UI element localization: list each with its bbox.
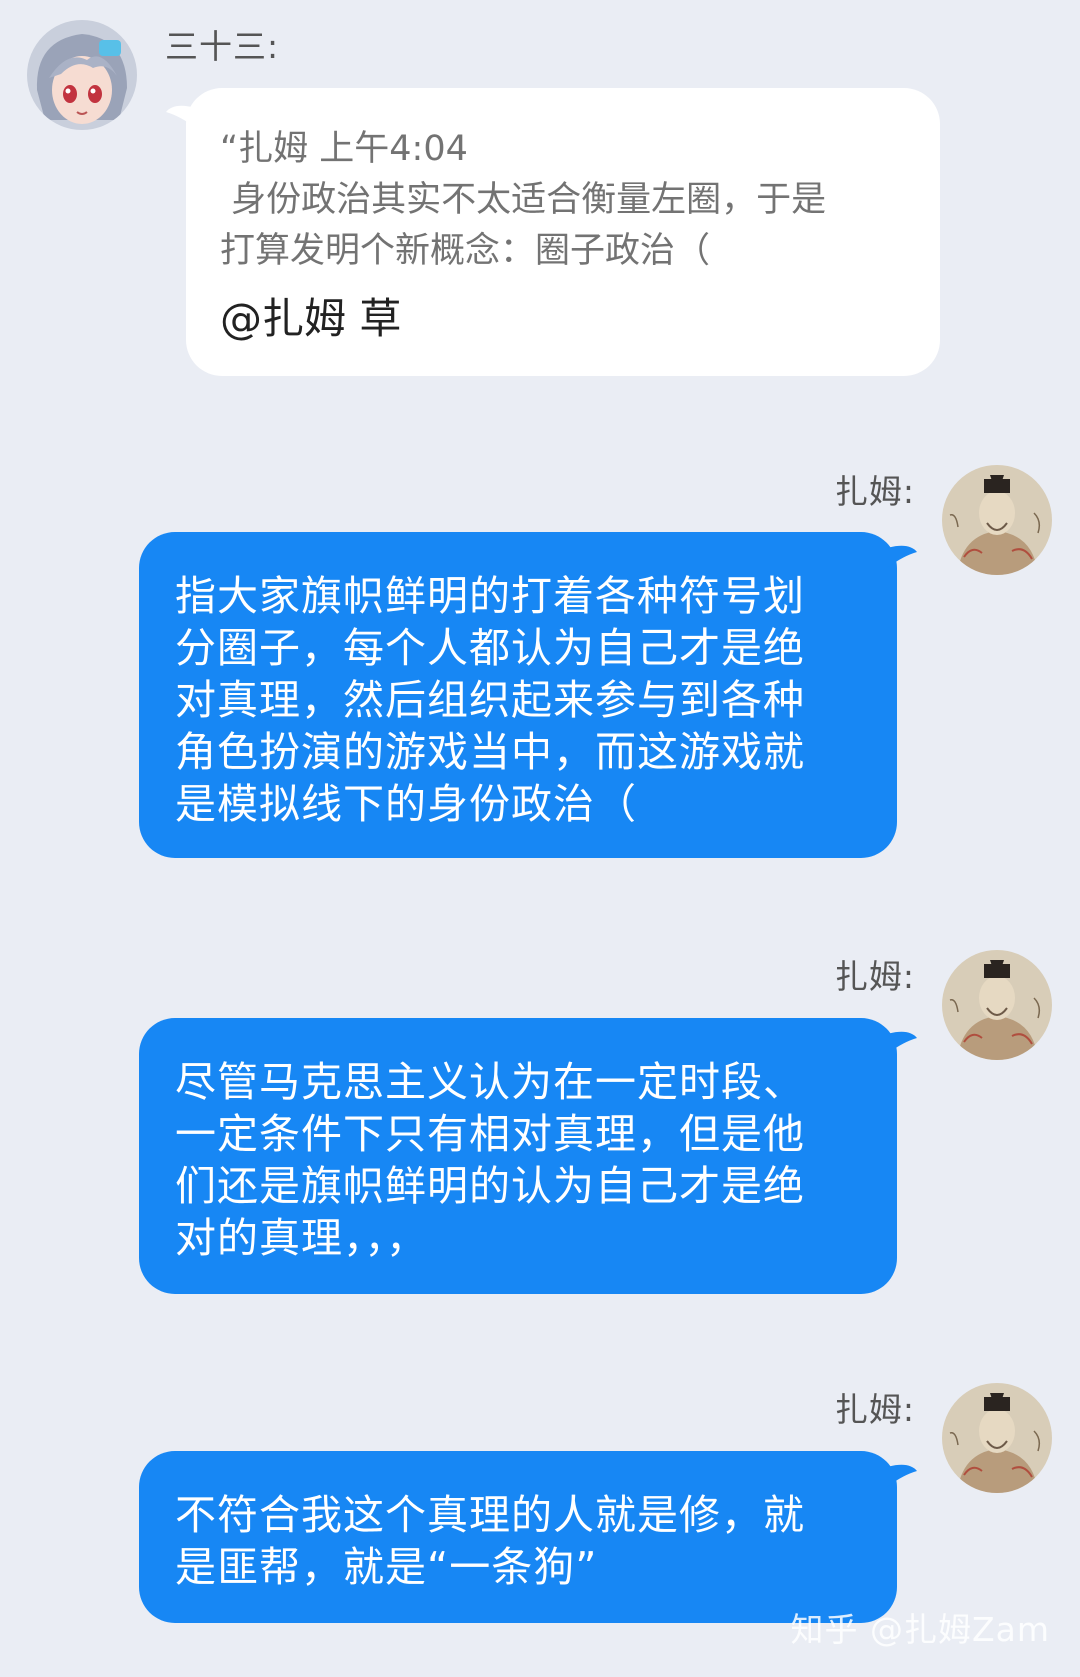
- message-line: 对真理，然后组织起来参与到各种: [175, 676, 805, 724]
- bubble-tail-icon: [887, 1464, 917, 1487]
- message-line: 尽管马克思主义认为在一定时段、: [175, 1058, 805, 1106]
- message-line: 指大家旗帜鲜明的打着各种符号划: [175, 572, 805, 620]
- portrait-painting-avatar-icon: [942, 465, 1052, 575]
- message-line: 对的真理，，，: [175, 1214, 428, 1262]
- bubble-tail-icon: [887, 1031, 917, 1054]
- avatar-zam[interactable]: [942, 1383, 1052, 1493]
- message-line: 是匪帮，就是“一条狗”: [175, 1543, 598, 1591]
- anime-girl-avatar-icon: [27, 20, 137, 130]
- avatar-sanshisan[interactable]: [27, 20, 137, 130]
- message-line: 一定条件下只有相对真理，但是他: [175, 1110, 805, 1158]
- message-bubble-outgoing[interactable]: 不符合我这个真理的人就是修，就 是匪帮，就是“一条狗”: [139, 1451, 917, 1623]
- sender-name: 扎姆:: [834, 1390, 915, 1429]
- quote-line: 打算发明个新概念：圈子政治（: [220, 231, 711, 271]
- sender-name: 扎姆:: [834, 957, 915, 996]
- quote-line: “扎姆 上午4:04: [220, 129, 468, 169]
- message-line: 分圈子，每个人都认为自己才是绝: [175, 624, 805, 672]
- message-line: 角色扮演的游戏当中，而这游戏就: [175, 728, 805, 776]
- reply-text: @扎姆 草: [220, 294, 402, 343]
- message-line: 不符合我这个真理的人就是修，就: [175, 1491, 805, 1539]
- message-bubble-outgoing[interactable]: 尽管马克思主义认为在一定时段、 一定条件下只有相对真理，但是他 们还是旗帜鲜明的…: [139, 1018, 917, 1294]
- avatar-zam[interactable]: [942, 465, 1052, 575]
- quote-line: 身份政治其实不太适合衡量左圈，于是: [220, 180, 827, 220]
- bubble-tail-icon: [887, 545, 917, 568]
- avatar-zam[interactable]: [942, 950, 1052, 1060]
- message-line: 是模拟线下的身份政治（: [175, 780, 637, 828]
- message-bubble-incoming[interactable]: “扎姆 上午4:04 身份政治其实不太适合衡量左圈，于是 打算发明个新概念：圈子…: [166, 88, 940, 376]
- sender-name: 扎姆:: [834, 472, 915, 511]
- message-bubble-outgoing[interactable]: 指大家旗帜鲜明的打着各种符号划 分圈子，每个人都认为自己才是绝 对真理，然后组织…: [139, 532, 917, 858]
- sender-name: 三十三:: [165, 27, 280, 66]
- message-line: 们还是旗帜鲜明的认为自己才是绝: [175, 1162, 805, 1210]
- portrait-painting-avatar-icon: [942, 1383, 1052, 1493]
- portrait-painting-avatar-icon: [942, 950, 1052, 1060]
- watermark: 知乎 @扎姆Zam: [790, 1610, 1050, 1649]
- bubble-tail-icon: [166, 105, 196, 128]
